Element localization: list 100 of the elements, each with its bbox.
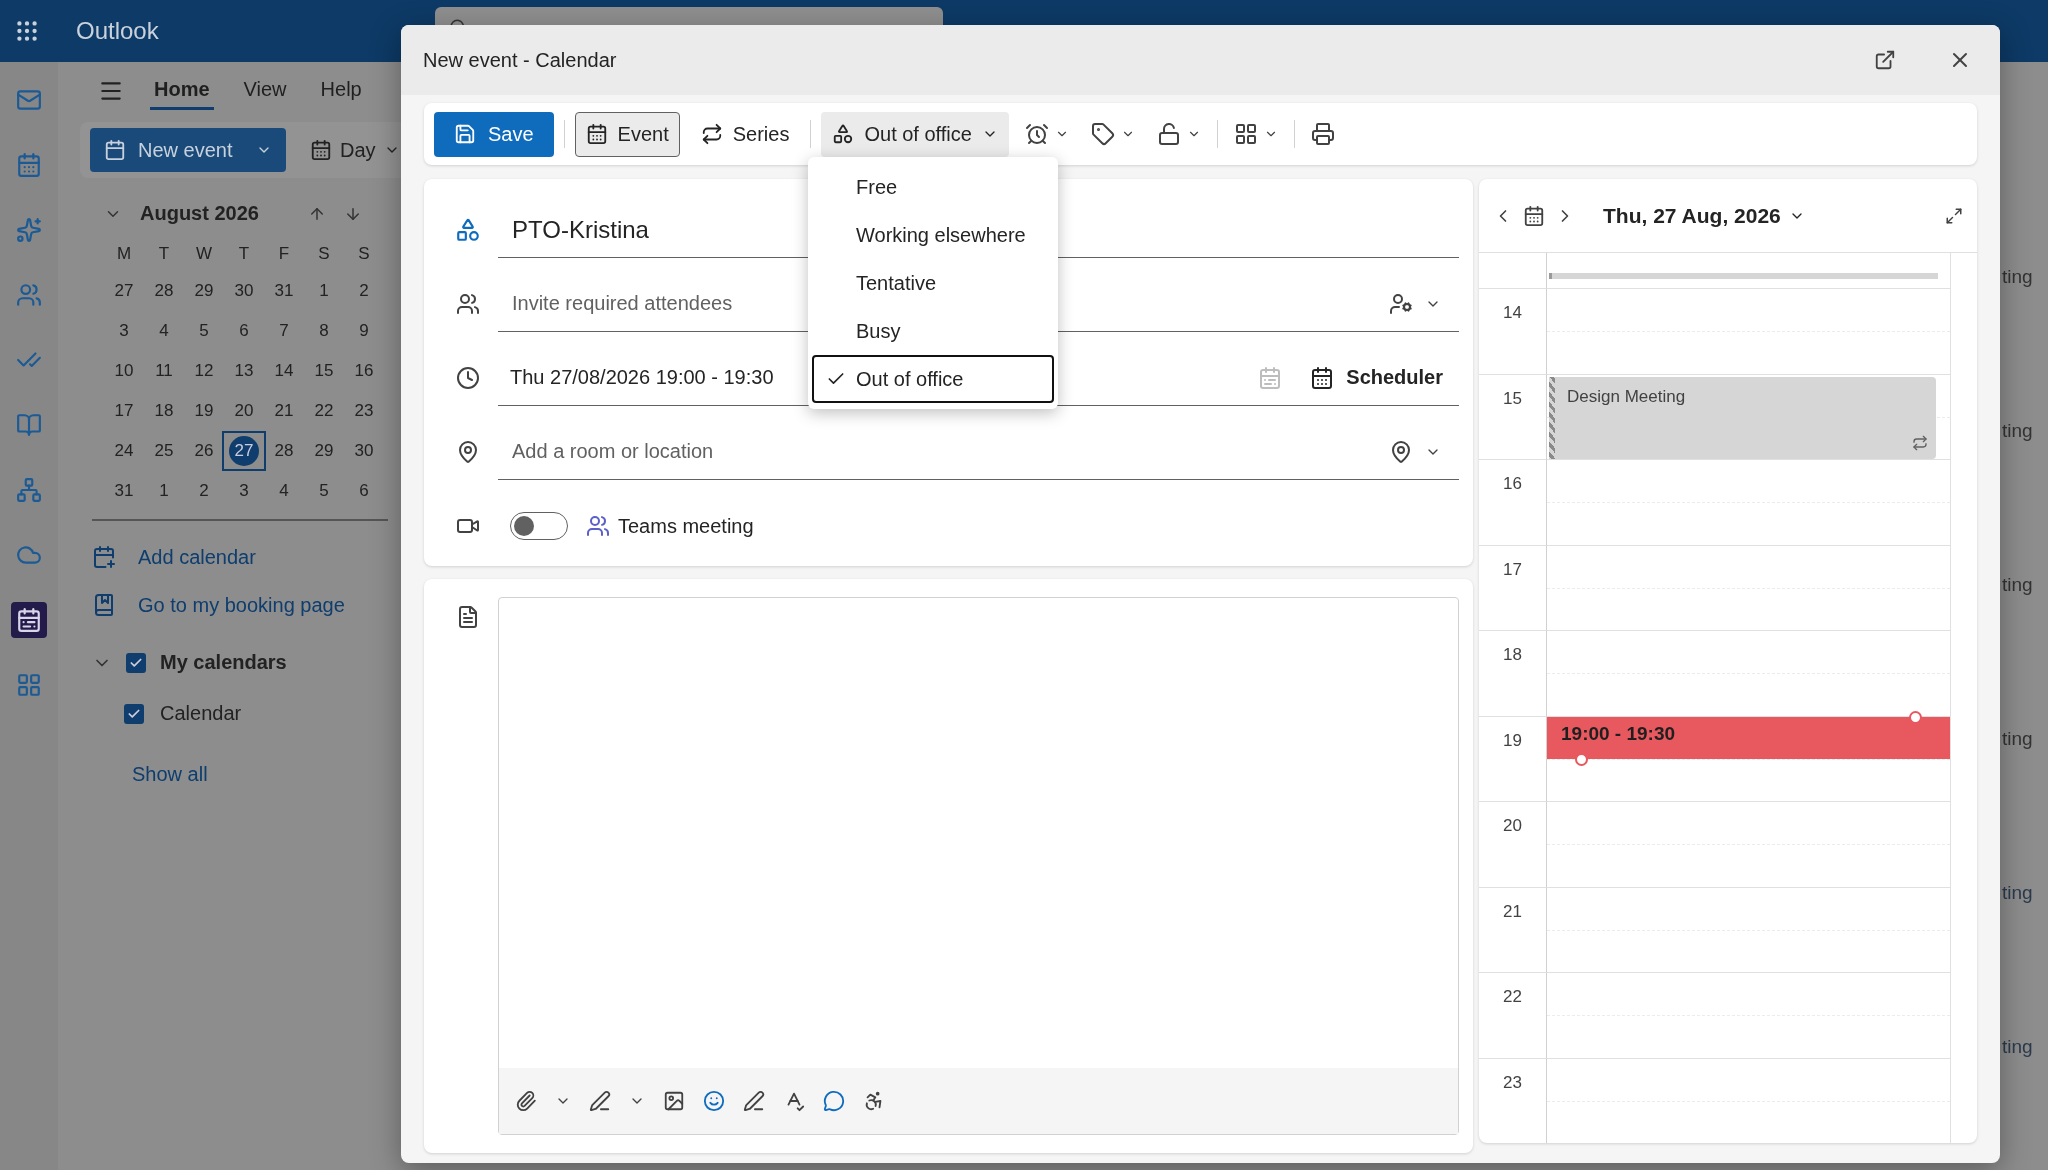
location-field[interactable]: Add a room or location — [510, 439, 1377, 464]
attendee-options-icon[interactable] — [1389, 291, 1413, 316]
event-toggle-button[interactable]: Event — [574, 111, 680, 157]
show-as-dropdown[interactable]: Out of office — [821, 111, 1009, 157]
weekday-label: F — [277, 243, 291, 265]
date-time-field[interactable]: Thu 27/08/2026 19:00 - 19:30 — [510, 366, 774, 389]
calendar-day[interactable]: 5 — [304, 473, 344, 509]
menu-item[interactable]: Out of office — [812, 355, 1054, 403]
calendar-day[interactable]: 24 — [104, 433, 144, 469]
calendar-day[interactable]: 8 — [304, 313, 344, 349]
sidebar-link[interactable]: Add calendar — [80, 533, 398, 581]
calendar-day[interactable]: 14 — [264, 353, 304, 389]
event-title: ting — [2001, 1035, 2034, 1059]
ribbon-tab[interactable]: Home — [150, 72, 214, 110]
weekday-label: S — [317, 243, 331, 265]
calendar-day[interactable]: 7 — [264, 313, 304, 349]
save-icon — [454, 123, 476, 145]
date-picker-button[interactable]: Thu, 27 Aug, 2026 — [1597, 202, 1935, 229]
calendar-day[interactable]: 30 — [224, 273, 264, 309]
calendar-day[interactable]: 10 — [104, 353, 144, 389]
scheduler-button[interactable]: Scheduler — [1294, 365, 1459, 390]
new-event-block[interactable]: 19:00 - 19:30 — [1547, 716, 1950, 759]
repeat-icon — [700, 123, 723, 145]
series-button[interactable]: Series — [689, 111, 801, 157]
today-icon[interactable] — [1523, 204, 1545, 227]
calendar-day[interactable]: 22 — [304, 393, 344, 429]
ribbon-tab[interactable]: View — [239, 72, 291, 110]
calendar-day[interactable]: 13 — [224, 353, 264, 389]
attach-icon[interactable] — [515, 1090, 537, 1112]
booking-icon — [92, 593, 116, 617]
clock-icon — [456, 366, 480, 390]
calendar-day[interactable]: 1 — [304, 273, 344, 309]
checkbox[interactable] — [126, 652, 146, 673]
mail-icon — [16, 87, 42, 113]
calendar-day[interactable]: 23 — [344, 393, 384, 429]
menu-item[interactable]: Free — [812, 163, 1054, 211]
calendar-day[interactable]: 28 — [144, 273, 184, 309]
calendar-day[interactable]: 27 — [104, 273, 144, 309]
calendar-day[interactable]: 21 — [264, 393, 304, 429]
calendar-day[interactable]: 5 — [184, 313, 224, 349]
hierarchy-icon — [16, 477, 42, 503]
calendar-day[interactable]: 28 — [264, 433, 304, 469]
calendar-day[interactable]: 15 — [304, 353, 344, 389]
calendar-day[interactable]: 29 — [184, 273, 224, 309]
chat-bubble-icon[interactable] — [823, 1090, 845, 1112]
format-text-icon[interactable] — [743, 1090, 765, 1112]
dialog-title: New event - Calendar — [423, 48, 618, 72]
ribbon-tab[interactable]: Help — [316, 72, 366, 110]
menu-item[interactable]: Working elsewhere — [812, 211, 1054, 259]
event-title: ting — [2001, 881, 2034, 905]
app-launcher-icon[interactable] — [14, 18, 40, 44]
calendar-day[interactable]: 30 — [344, 433, 384, 469]
calendar-day[interactable]: 2 — [184, 473, 224, 509]
signature-icon[interactable] — [589, 1090, 611, 1112]
group-label: My calendars — [160, 651, 287, 674]
new-event-button[interactable]: New event — [90, 128, 286, 172]
calendar-day[interactable]: 17 — [104, 393, 144, 429]
calendar-day[interactable]: 19 — [184, 393, 224, 429]
calendar-day[interactable]: 1 — [144, 473, 184, 509]
show-all-link[interactable]: Show all — [80, 725, 398, 786]
weekday-label: T — [157, 243, 171, 265]
toggle-switch[interactable] — [510, 512, 568, 540]
calendar-day[interactable]: 20 — [224, 393, 264, 429]
calendar-day[interactable]: 9 — [344, 313, 384, 349]
event-title: ting — [2001, 265, 2034, 289]
calendar-icon — [16, 152, 42, 178]
calendar-day[interactable]: 16 — [344, 353, 384, 389]
save-button[interactable]: Save — [434, 111, 554, 157]
calendar-day[interactable]: 3 — [104, 313, 144, 349]
calendar-day[interactable]: 6 — [224, 313, 264, 349]
calendar-day[interactable]: 31 — [264, 273, 304, 309]
weekday-label: T — [237, 243, 251, 265]
calendar-day[interactable]: 4 — [144, 313, 184, 349]
app-rail-button[interactable] — [11, 602, 47, 638]
sidebar-link[interactable]: Go to my booking page — [80, 581, 398, 629]
calendar-day[interactable]: 31 — [104, 473, 144, 509]
calendar-day[interactable]: 11 — [144, 353, 184, 389]
calendar-day[interactable]: 6 — [344, 473, 384, 509]
location-options-icon[interactable] — [1389, 439, 1413, 464]
calendar-day[interactable]: 26 — [184, 433, 224, 469]
weekday-label: W — [194, 243, 213, 265]
resize-handle[interactable] — [1909, 710, 1922, 724]
calendar-day[interactable]: 12 — [184, 353, 224, 389]
calendar-day[interactable]: 25 — [144, 433, 184, 469]
checkbox[interactable] — [124, 703, 144, 724]
category-icon[interactable] — [455, 217, 481, 243]
view-dropdown[interactable]: Day — [304, 137, 406, 163]
hour-label: 16 — [1479, 459, 1547, 545]
book-icon — [16, 412, 42, 438]
people-icon — [586, 514, 610, 538]
calendar-day[interactable]: 29 — [304, 433, 344, 469]
calendar-name: Calendar — [160, 702, 242, 725]
emoji-icon[interactable] — [703, 1090, 725, 1112]
calendar-day[interactable]: 4 — [264, 473, 304, 509]
image-icon[interactable] — [663, 1090, 685, 1112]
calendar-day[interactable]: 2 — [344, 273, 384, 309]
calendar-day[interactable]: 18 — [144, 393, 184, 429]
expand-icon[interactable] — [1945, 206, 1963, 225]
calendar-icon — [310, 139, 332, 161]
calendar-day[interactable]: 3 — [224, 473, 264, 509]
